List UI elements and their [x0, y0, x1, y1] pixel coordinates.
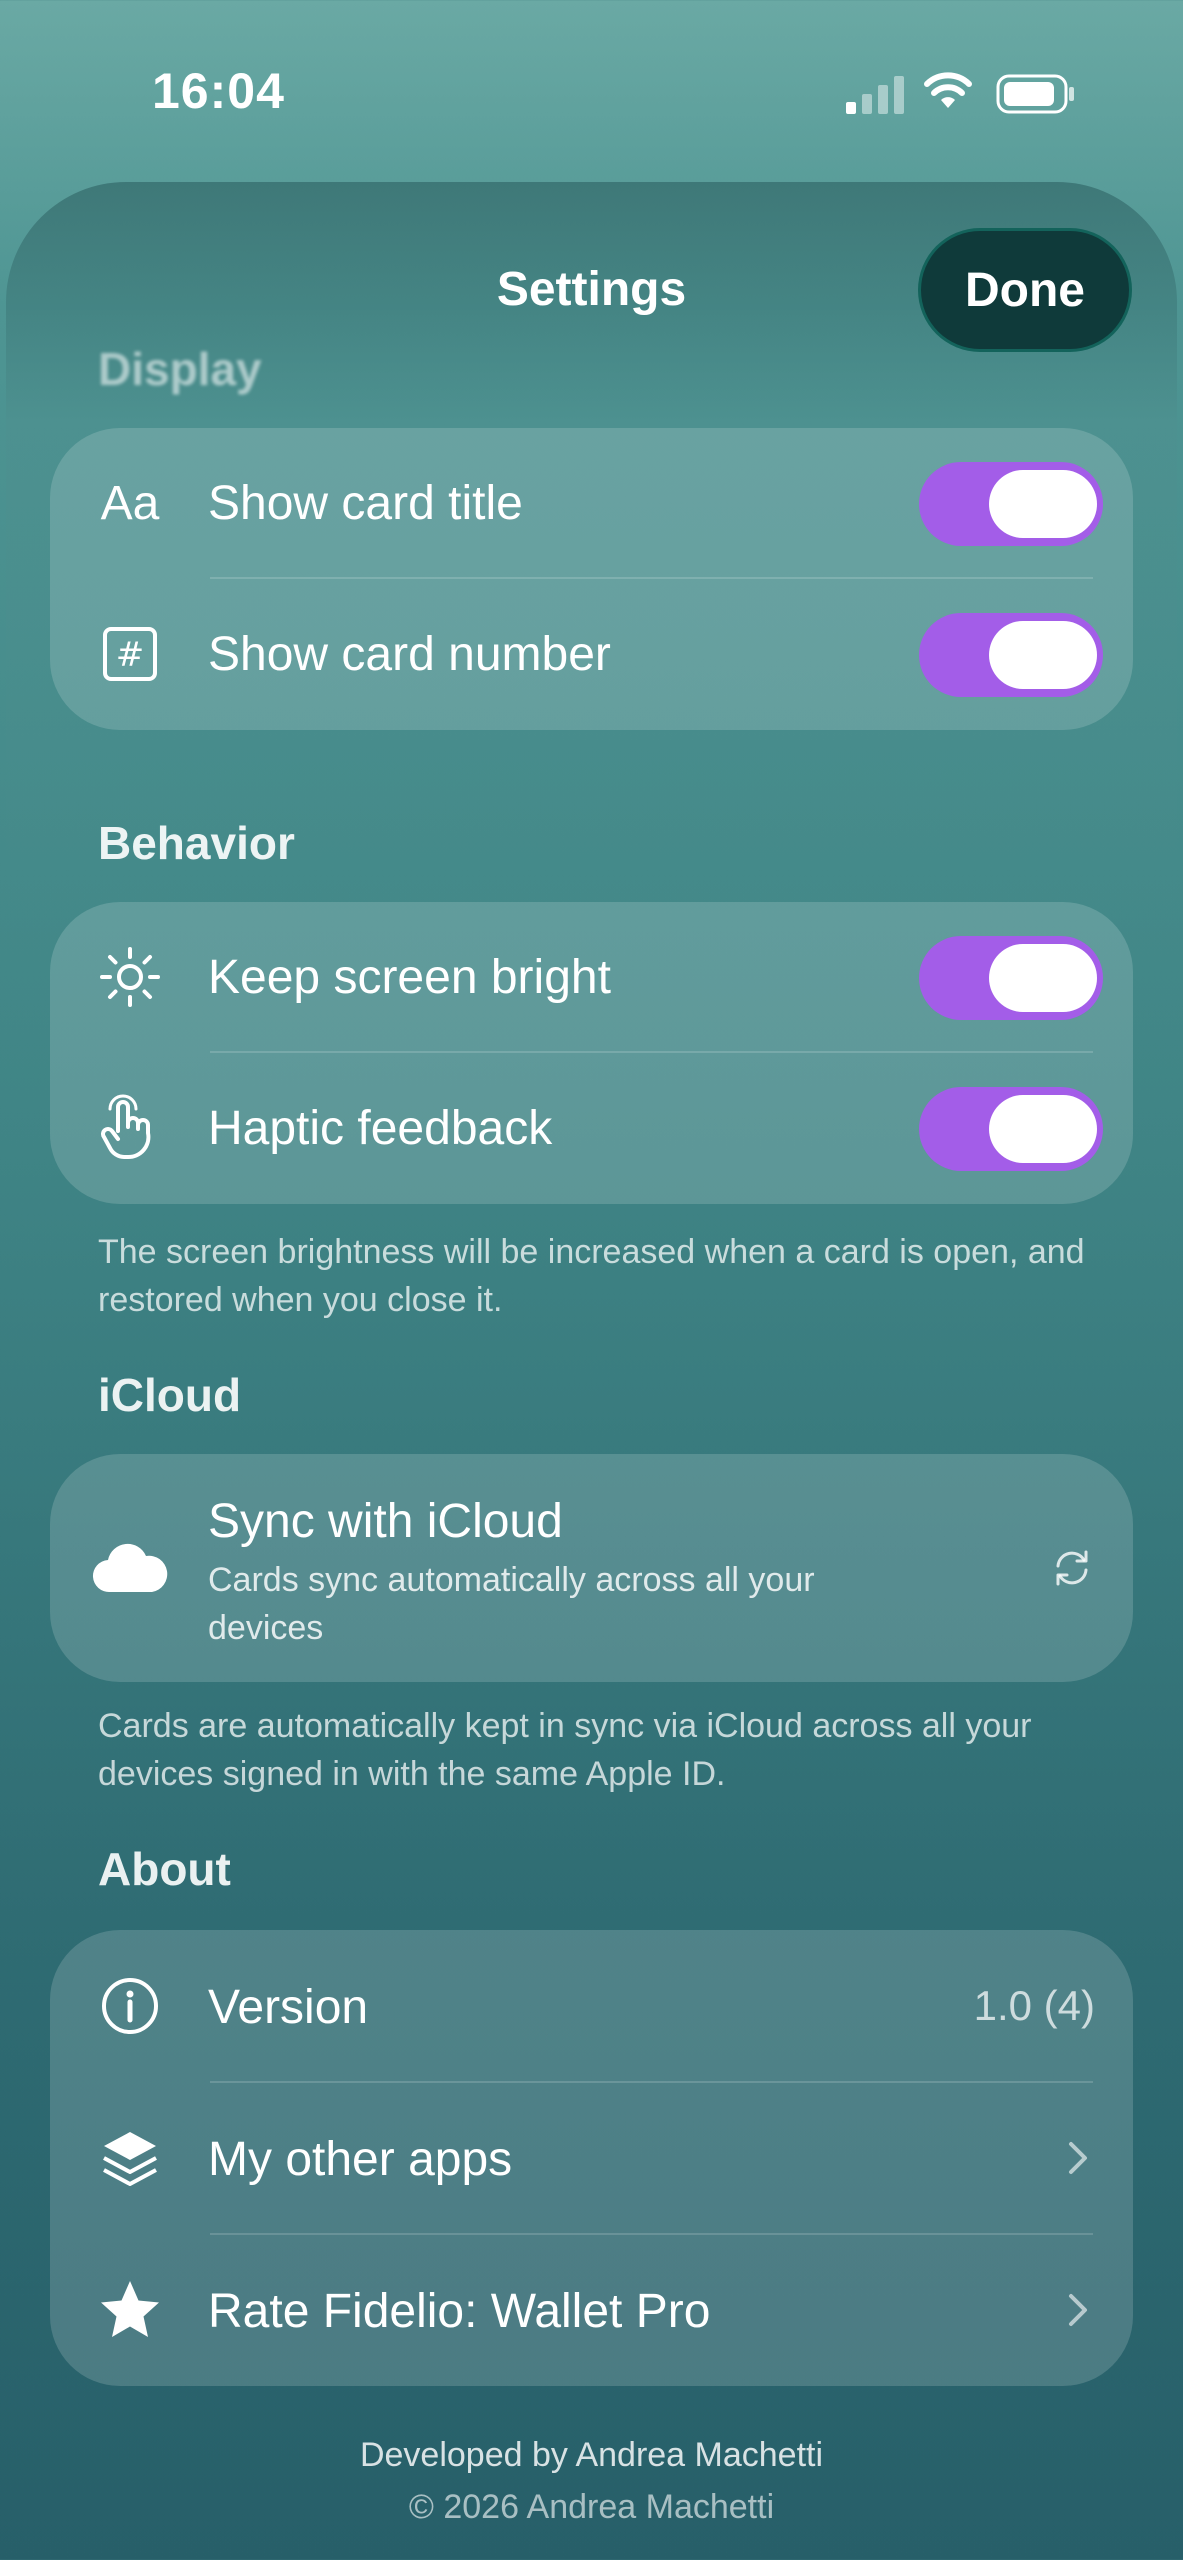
behavior-footnote: The screen brightness will be increased …	[98, 1233, 1085, 1319]
section-header-icloud: iCloud	[98, 1369, 242, 1421]
battery-icon	[996, 74, 1074, 114]
toggle-knob	[989, 944, 1097, 1012]
hand-tap-icon	[92, 1090, 168, 1166]
number-sign-icon: #	[92, 616, 168, 692]
row-label: Keep screen bright	[208, 951, 611, 1004]
haptic-feedback-toggle[interactable]	[919, 1087, 1103, 1171]
section-header-behavior: Behavior	[98, 817, 295, 869]
row-label: Rate Fidelio: Wallet Pro	[208, 2285, 711, 2338]
icloud-group: Sync with iCloud Cards sync automaticall…	[50, 1454, 1133, 1682]
row-subtitle: Cards sync automatically across all your…	[208, 1561, 815, 1647]
sync-arrows-icon	[1056, 1550, 1088, 1586]
svg-text:#: #	[116, 635, 145, 675]
toggle-knob	[989, 470, 1097, 538]
row-label: Version	[208, 1981, 369, 2034]
display-group: Aa Show card title # Show card number	[50, 428, 1133, 730]
developer-credit: Developed by Andrea Machetti	[359, 2436, 824, 2474]
cellular-signal-icon	[846, 76, 904, 114]
cloud-icon	[92, 1530, 168, 1606]
row-label: Sync with iCloud	[208, 1495, 563, 1548]
wifi-icon	[924, 72, 972, 108]
layers-icon	[92, 2120, 168, 2196]
keep-screen-bright-toggle[interactable]	[919, 936, 1103, 1020]
show-card-title-toggle[interactable]	[919, 462, 1103, 546]
section-header-display: Display	[98, 343, 262, 395]
chevron-right-icon	[1069, 2142, 1087, 2174]
row-show-card-number[interactable]: # Show card number	[50, 579, 1133, 730]
icloud-footnote: Cards are automatically kept in sync via…	[98, 1707, 1032, 1793]
status-bar: 16:04	[0, 0, 1183, 190]
row-keep-screen-bright[interactable]: Keep screen bright	[50, 902, 1133, 1053]
sun-icon	[92, 939, 168, 1015]
about-group: Version 1.0 (4) My other apps Rate Fidel…	[50, 1930, 1133, 2386]
toggle-knob	[989, 1095, 1097, 1163]
row-label: Show card title	[208, 477, 523, 530]
toggle-knob	[989, 621, 1097, 689]
status-time: 16:04	[152, 63, 285, 119]
row-my-other-apps[interactable]: My other apps	[50, 2082, 1133, 2234]
done-button[interactable]: Done	[918, 228, 1132, 352]
version-value: 1.0 (4)	[973, 1982, 1095, 2029]
row-sync-with-icloud[interactable]: Sync with iCloud Cards sync automaticall…	[50, 1454, 1133, 1682]
chevron-right-icon	[1069, 2294, 1087, 2326]
row-label: Haptic feedback	[208, 1102, 553, 1155]
section-header-about: About	[98, 1843, 231, 1895]
info-icon	[92, 1968, 168, 2044]
star-icon	[92, 2272, 168, 2348]
row-label: My other apps	[208, 2133, 513, 2186]
row-version: Version 1.0 (4)	[50, 1930, 1133, 2082]
row-show-card-title[interactable]: Aa Show card title	[50, 428, 1133, 579]
behavior-group: Keep screen bright Haptic feedback	[50, 902, 1133, 1204]
text-format-icon: Aa	[100, 476, 160, 530]
row-label: Show card number	[208, 628, 611, 681]
copyright: © 2026 Andrea Machetti	[408, 2488, 775, 2526]
row-haptic-feedback[interactable]: Haptic feedback	[50, 1053, 1133, 1204]
show-card-number-toggle[interactable]	[919, 613, 1103, 697]
row-rate-app[interactable]: Rate Fidelio: Wallet Pro	[50, 2234, 1133, 2386]
